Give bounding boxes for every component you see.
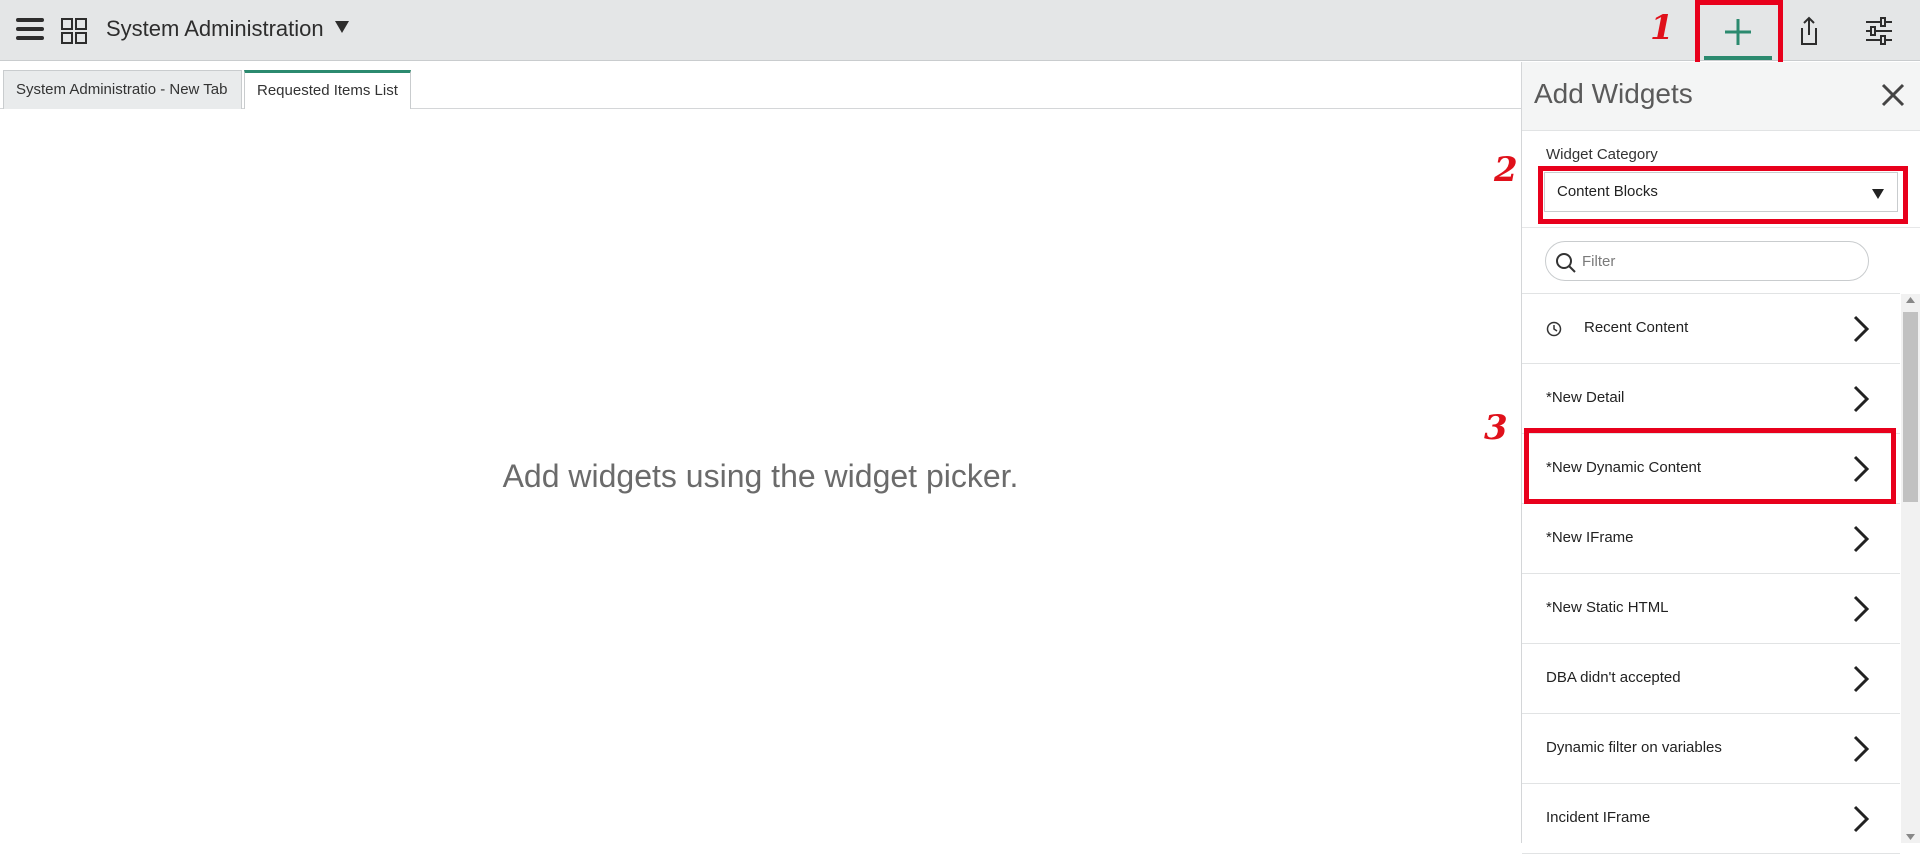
scroll-down-arrow-icon[interactable] <box>1906 834 1915 840</box>
list-item-new-dynamic-content[interactable]: *New Dynamic Content <box>1522 434 1900 504</box>
chevron-right-icon <box>1853 665 1870 693</box>
list-item-label: *New Dynamic Content <box>1546 459 1702 476</box>
chevron-right-icon <box>1853 525 1870 553</box>
list-item-label: Dynamic filter on variables <box>1546 739 1722 756</box>
close-icon <box>1881 83 1905 107</box>
active-indicator <box>1704 56 1772 60</box>
widget-list: Recent Content *New Detail *New Dynamic … <box>1522 294 1900 854</box>
plus-icon <box>1725 19 1751 45</box>
chevron-right-icon <box>1853 315 1870 343</box>
list-item-label: *New Detail <box>1546 389 1625 406</box>
list-item-new-detail[interactable]: *New Detail <box>1522 364 1900 434</box>
annotation-number-3: 3 <box>1484 408 1508 448</box>
scroll-up-arrow-icon[interactable] <box>1906 297 1915 303</box>
app-title[interactable]: System Administration <box>106 16 324 42</box>
list-item-recent-content[interactable]: Recent Content <box>1522 294 1900 364</box>
list-item-new-static-html[interactable]: *New Static HTML <box>1522 574 1900 644</box>
list-item-label: Incident IFrame <box>1546 809 1651 826</box>
chevron-right-icon <box>1853 735 1870 763</box>
sliders-icon <box>1866 17 1892 45</box>
widget-category-value: Content Blocks <box>1557 183 1658 200</box>
divider <box>1522 227 1920 228</box>
panel-header: Add Widgets <box>1522 62 1920 131</box>
panel-title: Add Widgets <box>1534 78 1693 109</box>
preferences-button[interactable] <box>1862 14 1896 48</box>
list-item-label: *New Static HTML <box>1546 599 1669 616</box>
add-widgets-panel: Add Widgets Widget Category Content Bloc… <box>1521 62 1920 854</box>
annotation-number-1: 1 <box>1650 8 1674 48</box>
tab-requested-items-list[interactable]: Requested Items List <box>244 70 411 109</box>
widget-list-scrollbar[interactable] <box>1901 294 1920 843</box>
list-item-label: DBA didn't accepted <box>1546 669 1681 686</box>
list-item-label: *New IFrame <box>1546 529 1634 546</box>
caret-down-icon <box>1871 187 1885 205</box>
annotation-number-2: 2 <box>1494 150 1518 190</box>
hamburger-menu-icon[interactable] <box>16 18 44 42</box>
caret-down-icon[interactable] <box>334 20 350 39</box>
app-grid-icon[interactable] <box>61 18 87 44</box>
dashboard-tabs: System Administratio - New Tab Requested… <box>0 62 1521 109</box>
chevron-right-icon <box>1853 595 1870 623</box>
tab-new-tab[interactable]: System Administratio - New Tab <box>3 70 242 109</box>
scrollbar-thumb[interactable] <box>1903 312 1918 502</box>
list-item-new-iframe[interactable]: *New IFrame <box>1522 504 1900 574</box>
chevron-right-icon <box>1853 455 1870 483</box>
top-navigation-bar: System Administration 1 <box>0 0 1920 70</box>
list-item-dba-didnt-accepted[interactable]: DBA didn't accepted <box>1522 644 1900 714</box>
share-button[interactable] <box>1792 14 1826 48</box>
chevron-right-icon <box>1853 385 1870 413</box>
list-item-dynamic-filter[interactable]: Dynamic filter on variables <box>1522 714 1900 784</box>
add-widget-button[interactable] <box>1703 8 1773 60</box>
widget-category-select[interactable]: Content Blocks <box>1544 172 1898 212</box>
filter-input[interactable] <box>1545 241 1869 281</box>
close-panel-button[interactable] <box>1880 82 1906 108</box>
clock-icon <box>1546 321 1562 337</box>
list-item-incident-iframe[interactable]: Incident IFrame <box>1522 784 1900 854</box>
widget-category-label: Widget Category <box>1546 146 1658 163</box>
empty-dashboard-message: Add widgets using the widget picker. <box>502 458 1019 494</box>
list-item-label: Recent Content <box>1584 319 1689 336</box>
chevron-right-icon <box>1853 805 1870 833</box>
share-icon <box>1801 16 1817 45</box>
